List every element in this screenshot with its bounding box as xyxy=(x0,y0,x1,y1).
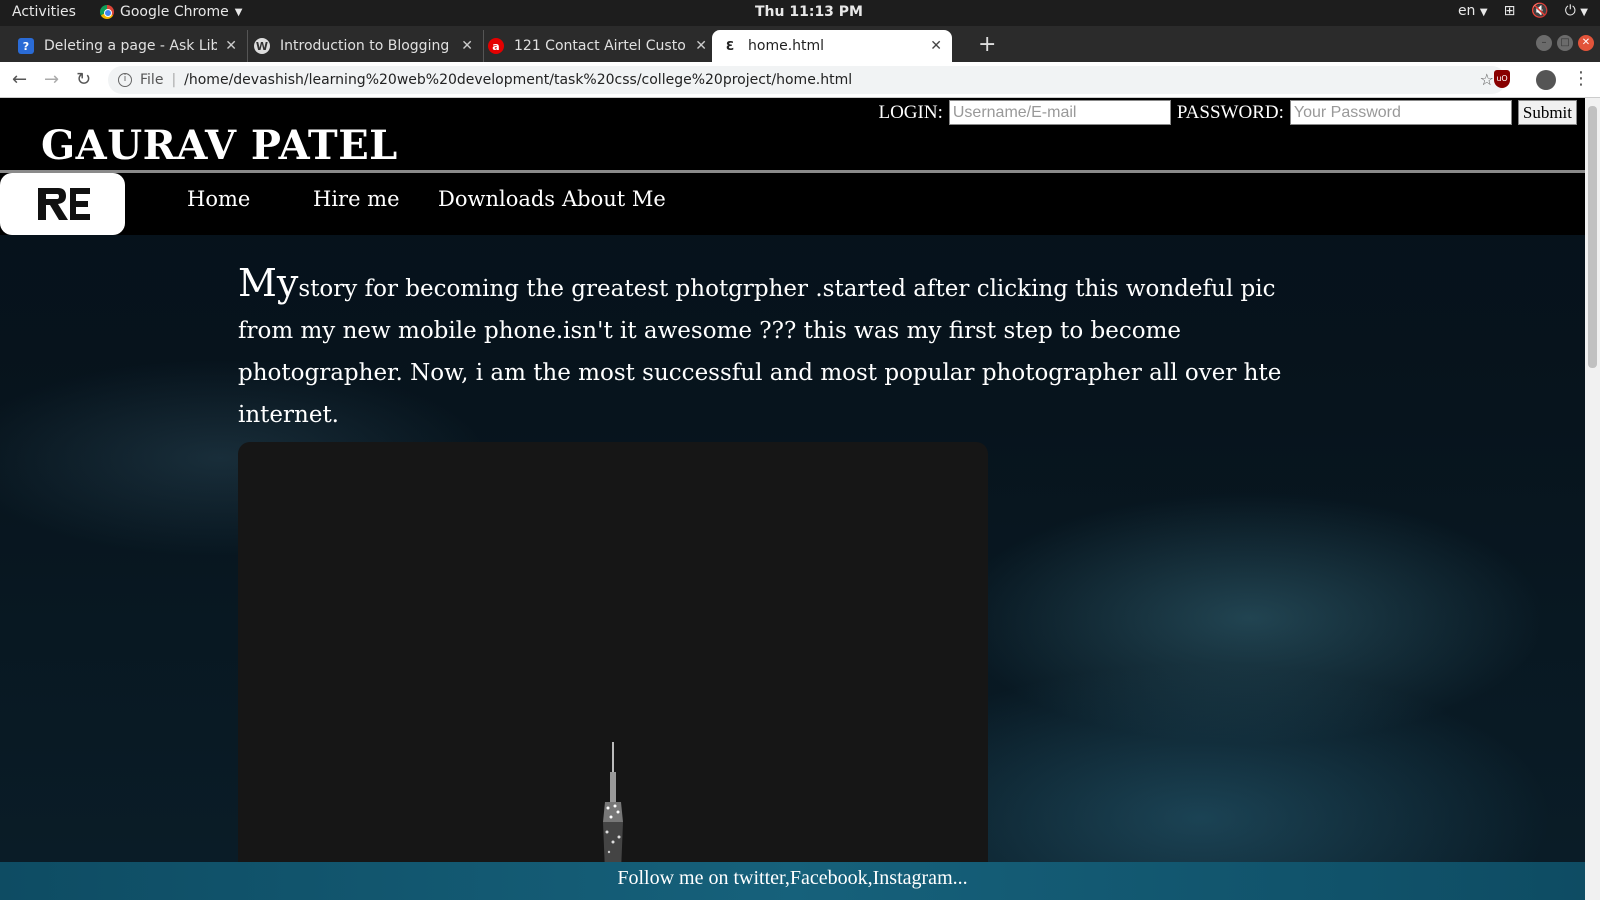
nav-downloads[interactable]: Downloads xyxy=(438,187,555,211)
app-name: Google Chrome xyxy=(120,4,229,20)
menu-kebab-icon[interactable]: ⋮ xyxy=(1572,68,1590,89)
site-logo[interactable] xyxy=(0,173,125,235)
new-tab-button[interactable]: + xyxy=(978,32,996,57)
chevron-down-icon: ▼ xyxy=(234,6,243,18)
reload-icon[interactable]: ↻ xyxy=(76,69,91,90)
network-icon[interactable]: ⊞ xyxy=(1504,3,1516,19)
re-logo-icon xyxy=(37,188,90,220)
site-title: GAURAV PATEL xyxy=(41,122,398,169)
story-lead: My xyxy=(238,261,299,305)
app-menu[interactable]: Google Chrome ▼ xyxy=(100,4,242,20)
address-bar[interactable]: i File | /home/devashish/learning%20web%… xyxy=(108,66,1506,94)
tab-title: 121 Contact Airtel Custom xyxy=(514,38,688,54)
close-icon[interactable]: ✕ xyxy=(930,38,942,54)
activities-button[interactable]: Activities xyxy=(12,4,76,20)
back-arrow-icon[interactable]: ← xyxy=(12,69,27,90)
close-window-button[interactable]: ✕ xyxy=(1578,35,1594,51)
submit-button[interactable]: Submit xyxy=(1517,100,1577,125)
nav-about-me[interactable]: About Me xyxy=(562,187,666,211)
tab-title: Deleting a page - Ask Libr xyxy=(44,38,218,54)
site-navbar: Home Hire me Downloads About Me xyxy=(0,173,1585,235)
login-label: LOGIN: xyxy=(878,101,943,123)
bookmark-star-icon[interactable]: ☆ xyxy=(1480,70,1494,89)
language-label: en xyxy=(1457,3,1476,19)
browser-toolbar: ← → ↻ i File | /home/devashish/learning%… xyxy=(0,62,1600,98)
site-logo-icon: Ɛ xyxy=(725,39,735,53)
info-icon[interactable]: i xyxy=(118,73,132,87)
clock[interactable]: Thu 11:13 PM xyxy=(755,4,863,20)
tab-strip: ? Deleting a page - Ask Libr ✕ W Introdu… xyxy=(0,26,1600,62)
profile-avatar-icon[interactable] xyxy=(1536,70,1556,90)
system-tray[interactable]: en ▼ ⊞ 🔇 ⏻ ▼ xyxy=(1458,3,1588,19)
nav-hire-me[interactable]: Hire me xyxy=(313,187,400,211)
url-scheme: File xyxy=(140,72,164,88)
question-icon: ? xyxy=(18,38,34,54)
close-icon[interactable]: ✕ xyxy=(461,38,473,54)
tab-blogging[interactable]: W Introduction to Blogging ✕ xyxy=(244,30,484,62)
close-icon[interactable]: ✕ xyxy=(695,38,707,54)
story-text: story for becoming the greatest photgrph… xyxy=(238,276,1282,428)
ublock-extension-icon[interactable]: uO xyxy=(1494,70,1510,88)
forward-arrow-icon[interactable]: → xyxy=(44,69,59,90)
tab-airtel[interactable]: a 121 Contact Airtel Custom ✕ xyxy=(478,30,718,62)
social-footer[interactable]: Follow me on twitter,Facebook,Instagram.… xyxy=(0,862,1585,900)
power-icon[interactable]: ⏻ ▼ xyxy=(1565,3,1588,19)
minimize-button[interactable]: – xyxy=(1536,35,1552,51)
tab-home-html[interactable]: Ɛ home.html ✕ xyxy=(712,30,952,62)
page-scrollbar[interactable] xyxy=(1585,98,1600,900)
url-separator: | xyxy=(171,72,177,88)
tab-title: home.html xyxy=(748,38,825,54)
site-header: GAURAV PATEL LOGIN: PASSWORD: Submit xyxy=(0,98,1585,170)
nav-home[interactable]: Home xyxy=(187,187,250,211)
chrome-icon xyxy=(100,5,114,19)
featured-photo xyxy=(238,442,988,900)
maximize-button[interactable]: □ xyxy=(1557,35,1573,51)
page-viewport: GAURAV PATEL LOGIN: PASSWORD: Submit Hom… xyxy=(0,98,1585,900)
story-paragraph: Mystory for becoming the greatest photgr… xyxy=(238,262,1318,436)
close-icon[interactable]: ✕ xyxy=(225,38,237,54)
scrollbar-thumb[interactable] xyxy=(1588,106,1597,368)
volume-muted-icon[interactable]: 🔇 xyxy=(1531,3,1548,19)
airtel-icon: a xyxy=(488,38,504,54)
password-label: PASSWORD: xyxy=(1176,101,1284,123)
tab-ask-libre[interactable]: ? Deleting a page - Ask Libr ✕ xyxy=(8,30,248,62)
wordpress-icon: W xyxy=(254,38,270,54)
password-input[interactable] xyxy=(1289,100,1512,125)
login-form: LOGIN: PASSWORD: Submit xyxy=(878,100,1577,125)
language-indicator[interactable]: en ▼ xyxy=(1458,3,1488,19)
window-controls: – □ ✕ xyxy=(1536,35,1594,51)
url-text[interactable]: /home/devashish/learning%20web%20develop… xyxy=(184,72,852,88)
tab-title: Introduction to Blogging xyxy=(280,38,450,54)
username-input[interactable] xyxy=(948,100,1171,125)
chevron-down-icon: ▼ xyxy=(1479,7,1488,18)
os-top-bar: Activities Google Chrome ▼ Thu 11:13 PM … xyxy=(0,0,1600,26)
